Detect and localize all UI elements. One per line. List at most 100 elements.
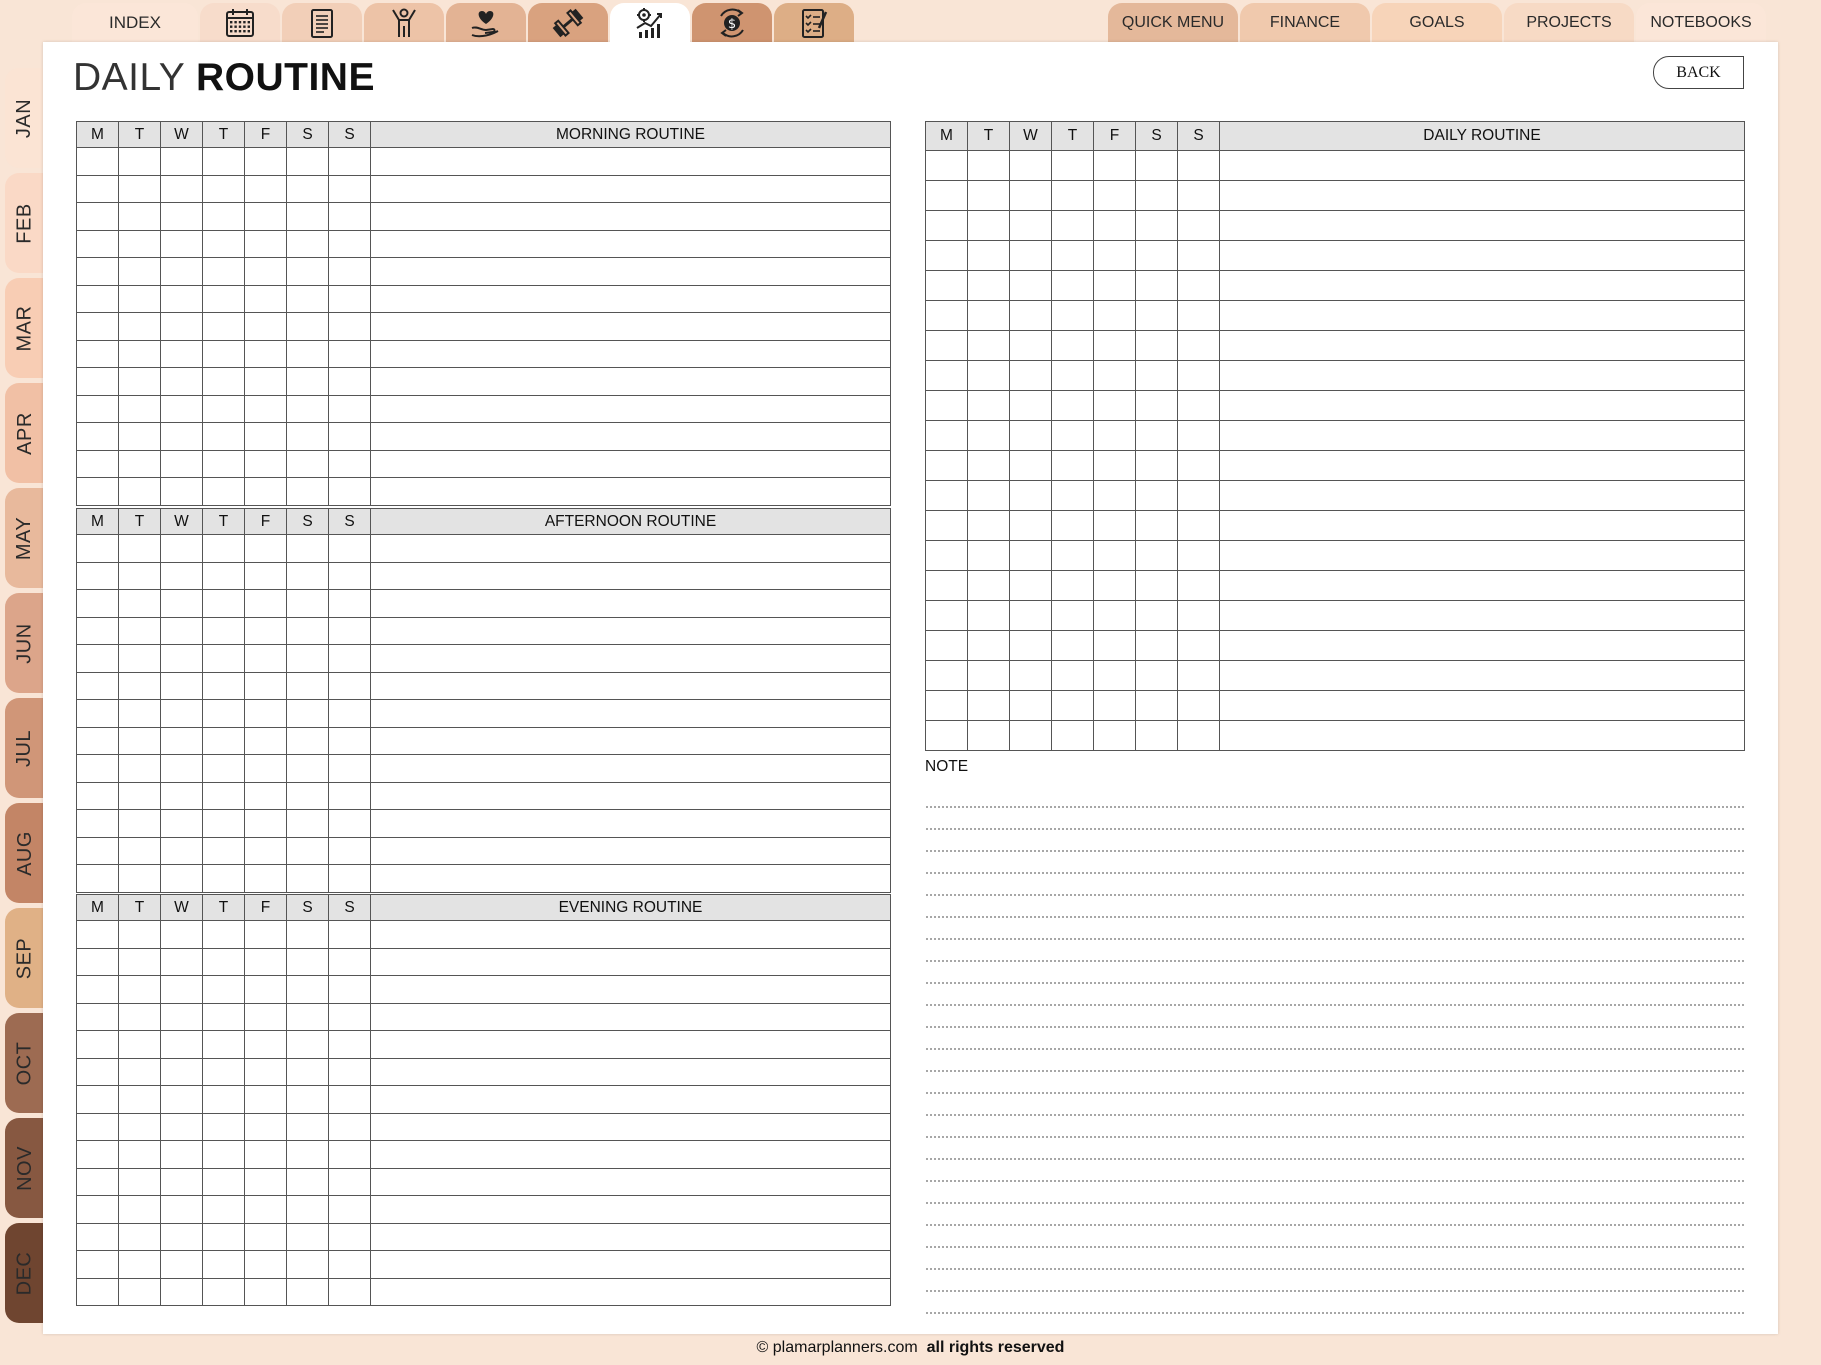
note-line[interactable] [926, 1094, 1744, 1116]
day-checkbox-cell[interactable] [202, 699, 245, 728]
task-entry-cell[interactable] [370, 809, 891, 838]
task-entry-cell[interactable] [370, 947, 891, 976]
task-entry-cell[interactable] [1219, 600, 1745, 631]
day-checkbox-cell[interactable] [328, 449, 371, 478]
day-checkbox-cell[interactable] [1051, 510, 1094, 541]
day-checkbox-cell[interactable] [1051, 330, 1094, 361]
day-checkbox-cell[interactable] [76, 1222, 119, 1251]
day-checkbox-cell[interactable] [244, 809, 287, 838]
day-checkbox-cell[interactable] [1009, 210, 1052, 241]
day-checkbox-cell[interactable] [160, 864, 203, 893]
day-checkbox-cell[interactable] [328, 284, 371, 313]
day-checkbox-cell[interactable] [160, 367, 203, 396]
day-checkbox-cell[interactable] [244, 1195, 287, 1224]
tab-goals[interactable]: GOALS [1372, 3, 1502, 43]
day-checkbox-cell[interactable] [160, 174, 203, 203]
day-checkbox-cell[interactable] [202, 809, 245, 838]
note-line[interactable] [926, 1204, 1744, 1226]
day-checkbox-cell[interactable] [244, 367, 287, 396]
day-checkbox-cell[interactable] [160, 1030, 203, 1059]
day-checkbox-cell[interactable] [244, 1250, 287, 1279]
day-checkbox-cell[interactable] [925, 270, 968, 301]
day-checkbox-cell[interactable] [202, 477, 245, 506]
task-entry-cell[interactable] [370, 644, 891, 673]
day-checkbox-cell[interactable] [76, 1250, 119, 1279]
task-entry-cell[interactable] [370, 174, 891, 203]
task-entry-cell[interactable] [370, 671, 891, 700]
day-checkbox-cell[interactable] [1177, 510, 1220, 541]
day-checkbox-cell[interactable] [202, 1250, 245, 1279]
day-checkbox-cell[interactable] [160, 394, 203, 423]
day-checkbox-cell[interactable] [160, 975, 203, 1004]
day-checkbox-cell[interactable] [76, 367, 119, 396]
task-entry-cell[interactable] [1219, 180, 1745, 211]
day-checkbox-cell[interactable] [1009, 270, 1052, 301]
day-checkbox-cell[interactable] [118, 836, 161, 865]
day-checkbox-cell[interactable] [328, 422, 371, 451]
day-checkbox-cell[interactable] [1177, 660, 1220, 691]
day-checkbox-cell[interactable] [1009, 570, 1052, 601]
day-checkbox-cell[interactable] [1093, 300, 1136, 331]
task-entry-cell[interactable] [370, 1250, 891, 1279]
day-checkbox-cell[interactable] [244, 644, 287, 673]
note-line[interactable] [926, 984, 1744, 1006]
day-checkbox-cell[interactable] [160, 284, 203, 313]
task-entry-cell[interactable] [370, 477, 891, 506]
day-checkbox-cell[interactable] [160, 1167, 203, 1196]
month-tab-oct[interactable]: OCT [5, 1013, 45, 1113]
day-checkbox-cell[interactable] [160, 312, 203, 341]
day-checkbox-cell[interactable] [1009, 600, 1052, 631]
task-entry-cell[interactable] [370, 561, 891, 590]
tab-checklist[interactable] [774, 3, 854, 43]
note-line[interactable] [926, 808, 1744, 830]
day-checkbox-cell[interactable] [1093, 390, 1136, 421]
day-checkbox-cell[interactable] [1009, 630, 1052, 661]
day-checkbox-cell[interactable] [1135, 630, 1178, 661]
day-checkbox-cell[interactable] [1135, 510, 1178, 541]
note-line[interactable] [926, 1028, 1744, 1050]
day-checkbox-cell[interactable] [286, 422, 329, 451]
day-checkbox-cell[interactable] [76, 561, 119, 590]
day-checkbox-cell[interactable] [76, 257, 119, 286]
day-checkbox-cell[interactable] [118, 589, 161, 618]
day-checkbox-cell[interactable] [160, 449, 203, 478]
day-checkbox-cell[interactable] [1051, 150, 1094, 181]
day-checkbox-cell[interactable] [1177, 600, 1220, 631]
task-entry-cell[interactable] [1219, 630, 1745, 661]
note-line[interactable] [926, 1006, 1744, 1028]
day-checkbox-cell[interactable] [244, 781, 287, 810]
day-checkbox-cell[interactable] [1051, 630, 1094, 661]
note-line[interactable] [926, 1050, 1744, 1072]
day-checkbox-cell[interactable] [925, 300, 968, 331]
day-checkbox-cell[interactable] [160, 1277, 203, 1306]
day-checkbox-cell[interactable] [244, 394, 287, 423]
day-checkbox-cell[interactable] [1135, 720, 1178, 751]
tab-wellness[interactable] [364, 3, 444, 43]
month-tab-mar[interactable]: MAR [5, 278, 45, 378]
day-checkbox-cell[interactable] [1135, 690, 1178, 721]
day-checkbox-cell[interactable] [76, 1140, 119, 1169]
day-checkbox-cell[interactable] [244, 1167, 287, 1196]
day-checkbox-cell[interactable] [328, 1195, 371, 1224]
day-checkbox-cell[interactable] [328, 1030, 371, 1059]
day-checkbox-cell[interactable] [118, 1085, 161, 1114]
day-checkbox-cell[interactable] [202, 864, 245, 893]
day-checkbox-cell[interactable] [1135, 660, 1178, 691]
note-line[interactable] [926, 1138, 1744, 1160]
day-checkbox-cell[interactable] [76, 781, 119, 810]
day-checkbox-cell[interactable] [925, 720, 968, 751]
day-checkbox-cell[interactable] [328, 367, 371, 396]
day-checkbox-cell[interactable] [202, 1030, 245, 1059]
day-checkbox-cell[interactable] [160, 809, 203, 838]
day-checkbox-cell[interactable] [202, 1222, 245, 1251]
day-checkbox-cell[interactable] [1051, 690, 1094, 721]
day-checkbox-cell[interactable] [202, 1195, 245, 1224]
day-checkbox-cell[interactable] [328, 1085, 371, 1114]
day-checkbox-cell[interactable] [925, 630, 968, 661]
day-checkbox-cell[interactable] [160, 147, 203, 176]
day-checkbox-cell[interactable] [118, 1002, 161, 1031]
day-checkbox-cell[interactable] [1093, 510, 1136, 541]
task-entry-cell[interactable] [370, 1140, 891, 1169]
day-checkbox-cell[interactable] [244, 836, 287, 865]
day-checkbox-cell[interactable] [202, 367, 245, 396]
